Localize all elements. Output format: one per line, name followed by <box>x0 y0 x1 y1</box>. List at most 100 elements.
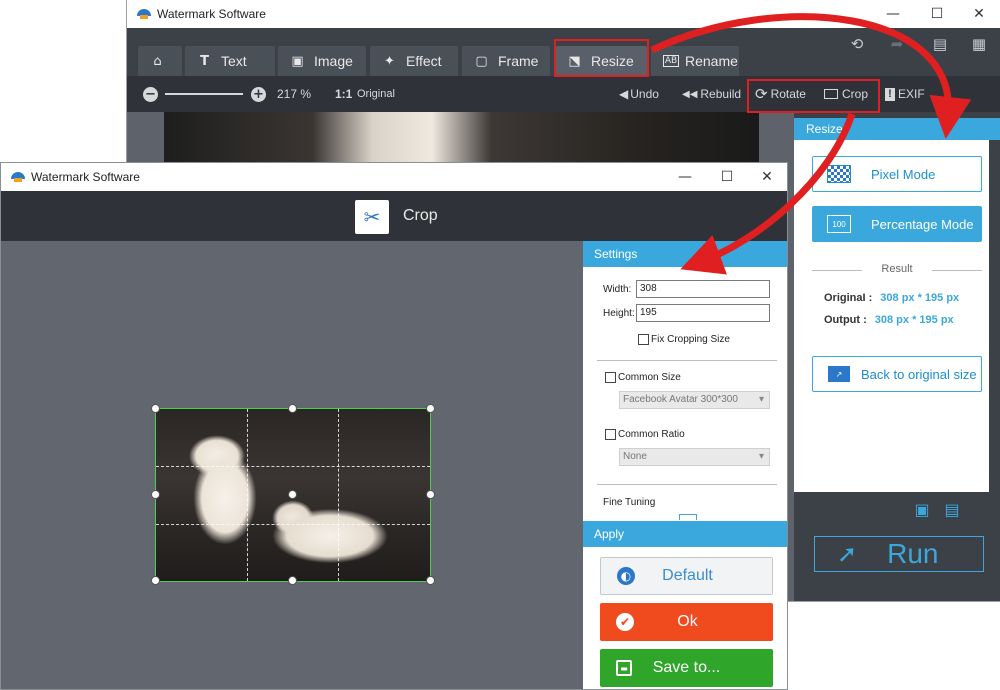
run-button[interactable]: ➚ Run <box>814 536 984 572</box>
grid-line <box>247 409 249 581</box>
common-ratio-select[interactable]: None <box>619 448 770 466</box>
height-input[interactable]: 195 <box>636 304 770 322</box>
frame-icon: ▢ <box>475 53 488 69</box>
refresh-icon[interactable]: ⟲ <box>837 28 877 60</box>
pixel-mode-button[interactable]: Pixel Mode <box>812 156 982 192</box>
result-original-row: OriginaI : 308 px * 195 px <box>824 292 959 304</box>
main-toolbar: − + 217 % 1:1 Original ◀ Undo ◀◀ Rebuild… <box>127 76 1000 112</box>
original-size-icon[interactable]: 1:1 <box>335 76 352 112</box>
result-original-label: OriginaI : <box>824 292 873 304</box>
image-icon: ▣ <box>291 53 304 69</box>
crop-maximize-button[interactable]: ☐ <box>705 163 749 191</box>
save-to-label: Save to... <box>652 659 721 676</box>
exif-label: EXIF <box>898 87 925 101</box>
list-icon[interactable]: ▦ <box>959 28 999 60</box>
tab-rename[interactable]: AB Rename <box>651 46 739 76</box>
save-to-button[interactable]: ▬ Save to... <box>600 649 773 687</box>
crop-selection[interactable] <box>151 404 435 585</box>
resize-icon: ⬔ <box>568 53 581 69</box>
rebuild-label: Rebuild <box>700 87 742 101</box>
run-icon: ➚ <box>837 540 858 568</box>
scissors-icon: ✂ <box>355 200 389 234</box>
ok-button[interactable]: ✔ Ok <box>600 603 773 641</box>
crop-handle-center[interactable] <box>288 490 297 499</box>
resize-panel-header: Resize <box>794 118 1000 140</box>
crop-icon <box>824 89 838 99</box>
crop-handle-bottom[interactable] <box>288 576 297 585</box>
chat-icon[interactable]: ▤ <box>920 28 960 60</box>
tab-image-label: Image <box>314 53 353 69</box>
rename-icon: AB <box>663 55 679 67</box>
exif-button[interactable]: ! EXIF <box>885 76 925 112</box>
pixel-mode-icon <box>827 165 851 183</box>
save-settings-icon[interactable]: ▣ <box>912 500 932 519</box>
rotate-button[interactable]: ⟳ Rotate <box>755 76 806 112</box>
original-button[interactable]: Original <box>357 76 395 112</box>
crop-canvas[interactable] <box>1 241 583 689</box>
tab-frame[interactable]: ▢ Frame <box>462 46 550 76</box>
resize-panel-body: Pixel Mode 100 Percentage Mode Result Or… <box>794 140 989 492</box>
tab-effect[interactable]: ✦ Effect <box>370 46 458 76</box>
save-disk-icon: ▬ <box>616 660 632 676</box>
crop-label: Crop <box>842 87 869 101</box>
pixel-mode-label: Pixel Mode <box>871 166 936 182</box>
tab-text-label: Text <box>221 53 247 69</box>
fine-tuning-up-icon[interactable] <box>679 514 697 520</box>
zoom-in-icon[interactable]: + <box>251 76 266 112</box>
default-label: Default <box>662 567 713 584</box>
crop-header: ✂ Crop <box>1 191 787 241</box>
common-ratio-label: Common Ratio <box>618 429 685 440</box>
run-label: Run <box>887 538 939 569</box>
crop-handle-left[interactable] <box>151 490 160 499</box>
rotate-label: Rotate <box>770 87 806 101</box>
default-button[interactable]: ◐ Default <box>600 557 773 595</box>
minimize-button[interactable]: — <box>871 0 915 28</box>
crop-handle-top-left[interactable] <box>151 404 160 413</box>
result-original-value: 308 px * 195 px <box>880 292 960 304</box>
result-output-row: Output : 308 px * 195 px <box>824 314 954 326</box>
back-to-original-button[interactable]: ↗ Back to original size <box>812 356 982 392</box>
forward-icon[interactable]: ➦ <box>877 28 917 60</box>
crop-title: Crop <box>403 207 438 224</box>
crop-app-logo-icon <box>11 171 25 183</box>
undo-button[interactable]: ◀ Undo <box>619 76 659 112</box>
ok-label: Ok <box>677 613 698 630</box>
tab-home[interactable]: ⌂ <box>138 46 182 76</box>
maximize-button[interactable]: ☐ <box>915 0 959 28</box>
rebuild-button[interactable]: ◀◀ Rebuild <box>682 76 741 112</box>
close-button[interactable]: ✕ <box>957 0 1000 28</box>
width-input[interactable]: 308 <box>636 280 770 298</box>
fine-tuning-label: Fine Tuning <box>603 497 656 508</box>
tab-text[interactable]: T Text <box>185 46 275 76</box>
common-size-label: Common Size <box>618 372 681 383</box>
tab-effect-label: Effect <box>406 53 442 69</box>
common-size-checkbox[interactable] <box>605 372 616 383</box>
percentage-mode-button[interactable]: 100 Percentage Mode <box>812 206 982 242</box>
crop-handle-top-right[interactable] <box>426 404 435 413</box>
crop-button[interactable]: Crop <box>824 76 868 112</box>
common-ratio-checkbox[interactable] <box>605 429 616 440</box>
tab-resize[interactable]: ⬔ Resize <box>555 46 647 76</box>
home-icon: ⌂ <box>153 53 162 69</box>
zoom-slider[interactable] <box>165 76 243 112</box>
load-settings-icon[interactable]: ▤ <box>942 500 962 519</box>
rotate-icon: ⟳ <box>755 85 768 103</box>
effect-icon: ✦ <box>384 53 395 69</box>
text-icon: T <box>200 53 209 69</box>
crop-handle-bottom-left[interactable] <box>151 576 160 585</box>
crop-handle-top[interactable] <box>288 404 297 413</box>
width-label: Width: <box>603 284 632 295</box>
fix-cropping-label: Fix Cropping Size <box>651 334 730 345</box>
undo-label: Undo <box>630 87 659 101</box>
crop-close-button[interactable]: ✕ <box>745 163 787 191</box>
tab-resize-label: Resize <box>591 53 634 69</box>
tab-image[interactable]: ▣ Image <box>278 46 366 76</box>
zoom-out-icon[interactable]: − <box>143 76 158 112</box>
crop-handle-bottom-right[interactable] <box>426 576 435 585</box>
crop-minimize-button[interactable]: — <box>663 163 707 191</box>
settings-panel: Settings Width: 308 Height: 195 Fix Crop… <box>583 241 787 689</box>
height-label: Height: <box>603 308 635 319</box>
fix-cropping-checkbox[interactable] <box>638 334 649 345</box>
common-size-select[interactable]: Facebook Avatar 300*300 <box>619 391 770 409</box>
crop-handle-right[interactable] <box>426 490 435 499</box>
